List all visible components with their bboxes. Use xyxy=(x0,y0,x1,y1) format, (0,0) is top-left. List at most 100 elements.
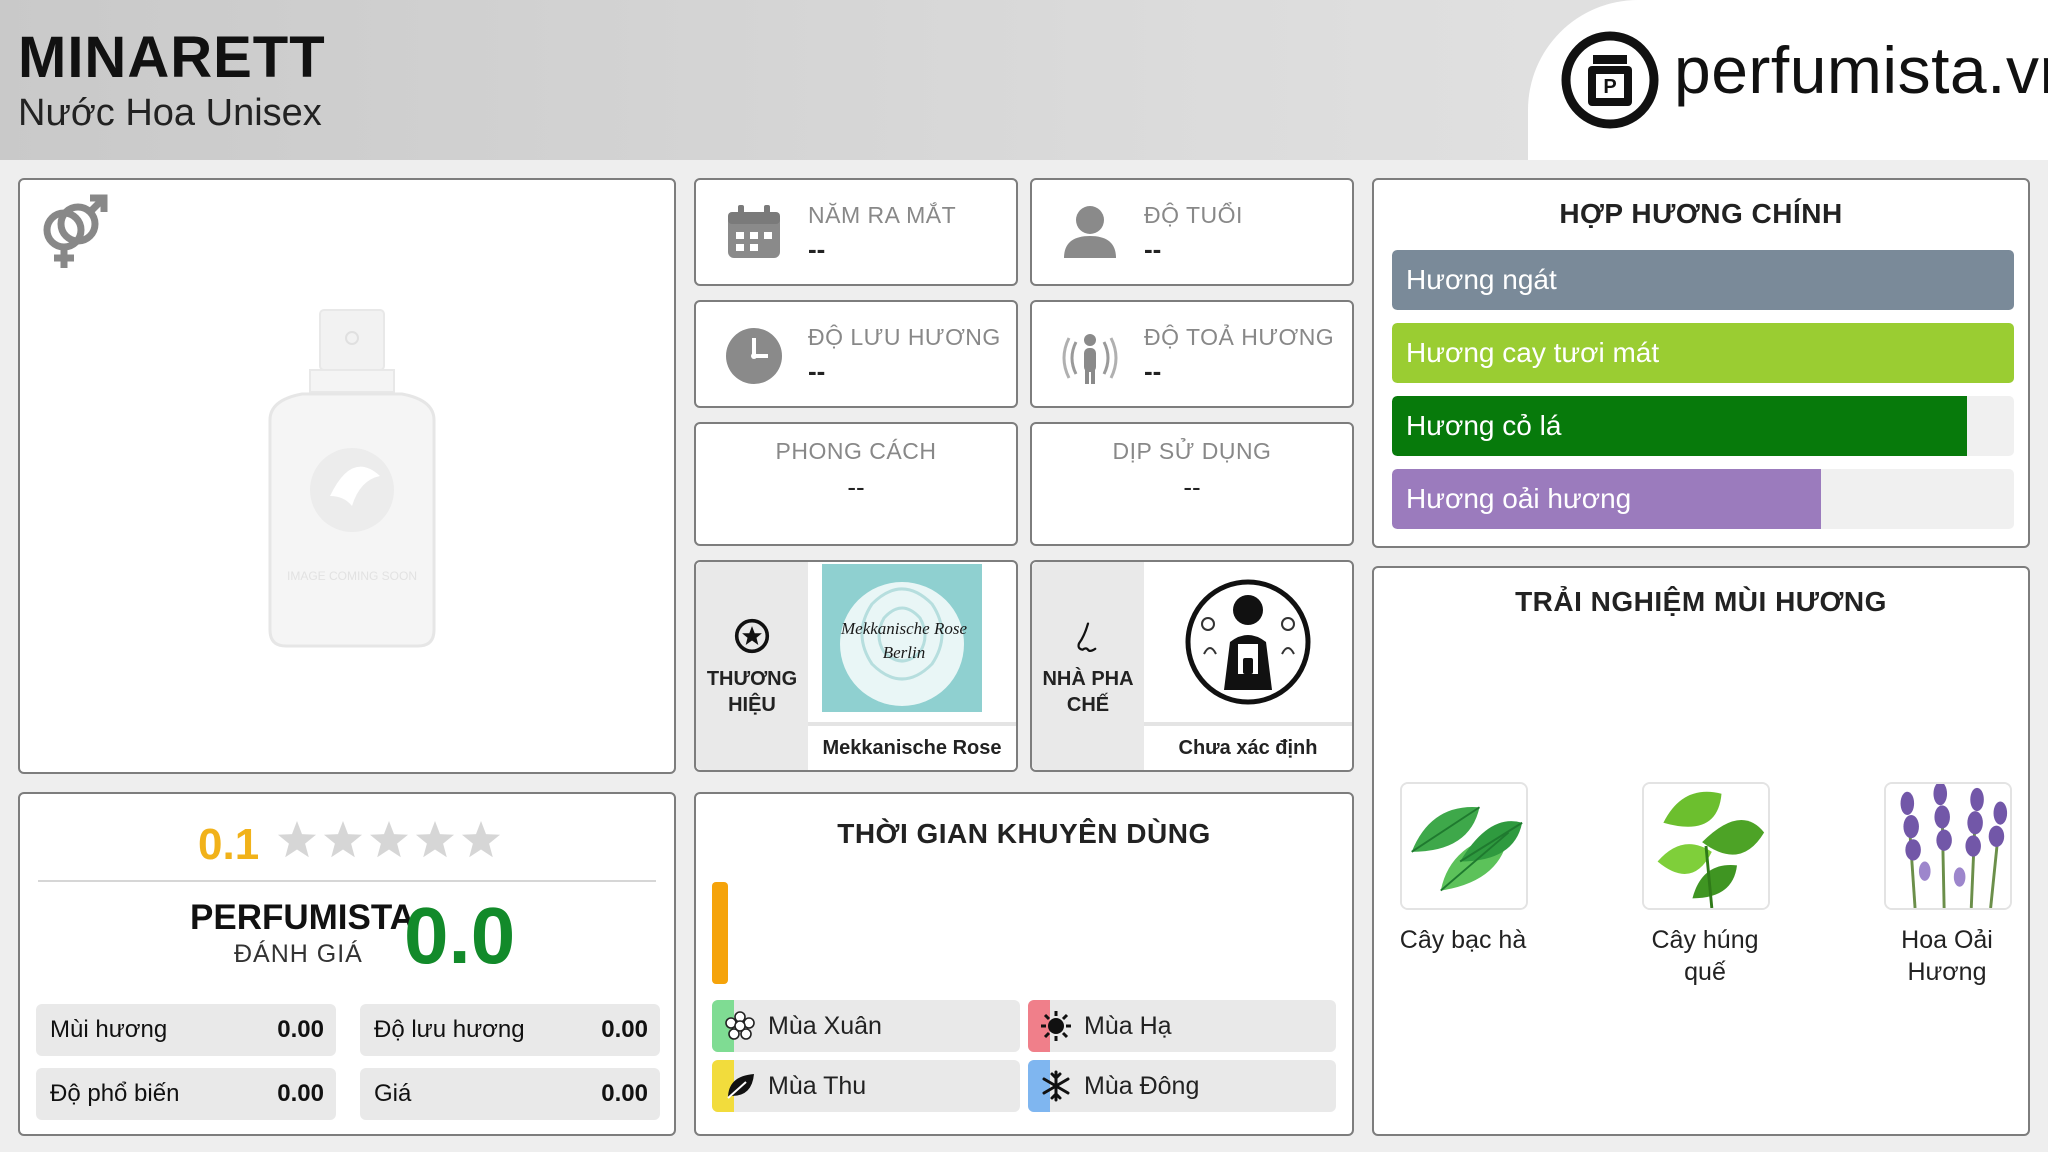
season-autumn: Mùa Thu xyxy=(712,1060,1020,1112)
star-icon[interactable] xyxy=(370,821,408,858)
mint-leaf-icon xyxy=(1402,784,1526,908)
style-card: PHONG CÁCH -- xyxy=(694,422,1018,546)
metric-longevity-value: 0.00 xyxy=(601,1016,648,1043)
style-value: -- xyxy=(847,472,865,502)
accord-label: Hương ngát xyxy=(1406,264,1557,295)
note-basil[interactable] xyxy=(1642,782,1770,910)
image-placeholder-text: IMAGE COMING SOON xyxy=(287,569,417,583)
accords-title: HỢP HƯƠNG CHÍNH xyxy=(1559,198,1843,229)
main-accords-card: HỢP HƯƠNG CHÍNH Hương ngát Hương cay tươi… xyxy=(1372,178,2030,548)
page-header: MINARETT Nước Hoa Unisex P perfumista.vn xyxy=(0,0,2048,160)
leaf-icon xyxy=(727,1074,754,1099)
note-lavender[interactable] xyxy=(1884,782,2012,910)
accord-bar: Hương oải hương xyxy=(1392,469,2014,529)
accord-bar: Hương ngát xyxy=(1392,250,2014,310)
perfumista-label: PERFUMISTA xyxy=(190,898,415,937)
person-icon xyxy=(1064,206,1116,258)
accord-bar: Hương cỏ lá xyxy=(1392,396,2014,456)
perfumer-label-line2: CHẾ xyxy=(1066,694,1110,716)
male-female-icon xyxy=(43,194,108,268)
occasion-label: DỊP SỬ DỤNG xyxy=(1112,438,1272,464)
season-autumn-label: Mùa Thu xyxy=(768,1072,867,1100)
season-summer-label: Mùa Hạ xyxy=(1084,1012,1172,1040)
season-winter: Mùa Đông xyxy=(1028,1060,1336,1112)
sillage-icon xyxy=(1062,334,1118,384)
perfume-logo-icon: P xyxy=(1561,31,1659,129)
occasion-card: DỊP SỬ DỤNG -- xyxy=(1030,422,1354,546)
sun-icon xyxy=(1041,1011,1071,1041)
metric-longevity-label: Độ lưu hương xyxy=(374,1016,525,1043)
note-mint-label: Cây bạc hà xyxy=(1399,926,1527,954)
season-winter-label: Mùa Đông xyxy=(1084,1072,1200,1100)
brand-card[interactable]: THƯƠNG HIỆU Mekkanische Rose Berlin Mekk… xyxy=(694,560,1018,772)
brand-name[interactable]: Mekkanische Rose xyxy=(808,722,1016,770)
note-mint[interactable] xyxy=(1400,782,1528,910)
perfumer-card[interactable]: NHÀ PHA CHẾ Chưa xác định xyxy=(1030,560,1354,772)
longevity-card: ĐỘ LƯU HƯƠNG -- xyxy=(694,300,1018,408)
basil-leaf-icon xyxy=(1644,784,1768,908)
launch-year-card: NĂM RA MẮT -- xyxy=(694,178,1018,286)
metric-popularity: Độ phổ biến 0.00 xyxy=(36,1068,336,1120)
note-basil-label: Cây húng quế xyxy=(1651,926,1759,986)
nose-icon xyxy=(1077,622,1097,652)
accord-label: Hương cỏ lá xyxy=(1406,410,1562,441)
age-label: ĐỘ TUỔI xyxy=(1144,202,1243,228)
metric-popularity-value: 0.00 xyxy=(277,1080,324,1107)
perfumer-label-line1: NHÀ PHA xyxy=(1042,668,1134,690)
perfumista-score: 0.0 xyxy=(404,891,516,980)
recommended-time-card: THỜI GIAN KHUYÊN DÙNG Mùa Xuân Mùa Hạ Mù… xyxy=(694,792,1354,1136)
star-icon[interactable] xyxy=(416,821,454,858)
sillage-value: -- xyxy=(1144,356,1162,386)
longevity-value: -- xyxy=(808,356,826,386)
occasion-value: -- xyxy=(1183,472,1201,502)
flower-icon xyxy=(725,1011,755,1040)
season-spring: Mùa Xuân xyxy=(712,1000,1020,1052)
launch-year-value: -- xyxy=(808,234,826,264)
perfume-bottle-placeholder: IMAGE COMING SOON xyxy=(268,309,436,648)
perfumista-sublabel: ĐÁNH GIÁ xyxy=(234,940,363,968)
metric-price-label: Giá xyxy=(374,1080,412,1107)
brand-logo-line2: Berlin xyxy=(883,643,926,662)
site-logo[interactable]: P perfumista.vn xyxy=(1528,0,2048,160)
metric-price: Giá 0.00 xyxy=(360,1068,660,1120)
brand-label-line2: HIỆU xyxy=(728,694,776,716)
brand-logo[interactable]: Mekkanische Rose Berlin xyxy=(822,564,1006,712)
star-icon[interactable] xyxy=(324,821,362,858)
note-lavender-label: Hoa Oải Hương xyxy=(1901,926,1993,986)
logo-text: perfumista.vn xyxy=(1674,33,2048,107)
svg-text:P: P xyxy=(1603,76,1616,98)
metric-popularity-label: Độ phổ biến xyxy=(50,1080,180,1107)
launch-year-label: NĂM RA MẮT xyxy=(808,202,957,228)
time-of-day-bar xyxy=(712,882,728,984)
season-spring-label: Mùa Xuân xyxy=(768,1012,882,1040)
experience-title: TRẢI NGHIỆM MÙI HƯƠNG xyxy=(1515,586,1887,617)
star-icon[interactable] xyxy=(278,821,316,858)
metric-scent: Mùi hương 0.00 xyxy=(36,1004,336,1056)
accord-label: Hương cay tươi mát xyxy=(1406,337,1660,368)
season-summer: Mùa Hạ xyxy=(1028,1000,1336,1052)
longevity-label: ĐỘ LƯU HƯƠNG xyxy=(808,324,1001,350)
accord-label: Hương oải hương xyxy=(1406,483,1632,514)
sillage-card: ĐỘ TOẢ HƯƠNG -- xyxy=(1030,300,1354,408)
metric-scent-value: 0.00 xyxy=(277,1016,324,1043)
product-title: MINARETT xyxy=(18,25,326,90)
perfumer-avatar[interactable] xyxy=(1144,564,1328,712)
lavender-icon xyxy=(1886,784,2010,908)
metric-price-value: 0.00 xyxy=(601,1080,648,1107)
accord-bar: Hương cay tươi mát xyxy=(1392,323,2014,383)
product-subtitle: Nước Hoa Unisex xyxy=(18,92,322,134)
star-icon[interactable] xyxy=(462,821,500,858)
rating-divider xyxy=(38,880,656,882)
rating-card: 0.1 PERFUMISTA ĐÁNH GIÁ 0.0 Mùi hương 0.… xyxy=(18,792,676,1136)
brand-logo-line1: Mekkanische Rose xyxy=(840,619,967,638)
perfumer-name[interactable]: Chưa xác định xyxy=(1144,722,1352,770)
rating-stars[interactable] xyxy=(274,818,504,864)
sillage-label: ĐỘ TOẢ HƯƠNG xyxy=(1144,324,1335,350)
smell-experience-card: TRẢI NGHIỆM MÙI HƯƠNG Cây bạc hà Cây hún… xyxy=(1372,566,2030,1136)
calendar-icon xyxy=(728,205,780,258)
metric-longevity: Độ lưu hương 0.00 xyxy=(360,1004,660,1056)
metric-scent-label: Mùi hương xyxy=(50,1016,168,1043)
clock-icon xyxy=(726,328,782,384)
product-image-card: IMAGE COMING SOON xyxy=(18,178,676,774)
rating-score: 0.1 xyxy=(198,820,260,869)
